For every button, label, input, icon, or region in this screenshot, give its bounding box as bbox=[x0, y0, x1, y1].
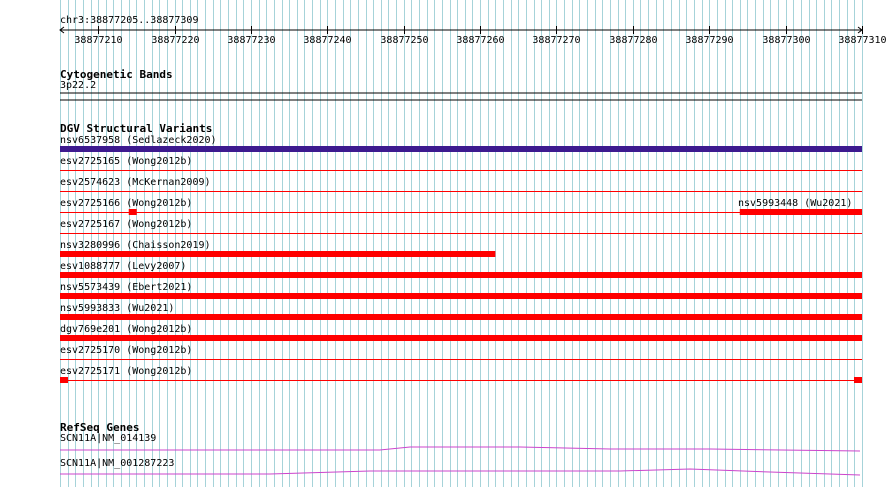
gene-label[interactable]: SCN11A|NM_001287223 bbox=[60, 458, 174, 470]
ruler-tick-label: 38877290 bbox=[685, 35, 734, 46]
ruler-tick-label: 38877280 bbox=[609, 35, 658, 46]
dgv-feature-label[interactable]: esv1088777 (Levy2007) bbox=[60, 261, 186, 273]
dgv-track-title: DGV Structural Variants bbox=[60, 122, 213, 135]
ruler-tick-label: 38877250 bbox=[380, 35, 429, 46]
dgv-feature-label[interactable]: nsv5993833 (Wu2021) bbox=[60, 303, 174, 315]
dgv-feature-label[interactable]: esv2725171 (Wong2012b) bbox=[60, 366, 192, 378]
cytoband-label[interactable]: 3p22.2 bbox=[60, 80, 96, 92]
ruler-tick-label: 38877310 bbox=[838, 35, 887, 46]
ruler-tick-label: 38877240 bbox=[303, 35, 352, 46]
dgv-feature-label[interactable]: esv2725170 (Wong2012b) bbox=[60, 345, 192, 357]
dgv-feature-label[interactable]: nsv3280996 (Chaisson2019) bbox=[60, 240, 211, 252]
ruler-coordinate-label: chr3:38877205..38877309 bbox=[60, 15, 199, 26]
dgv-feature-label[interactable]: nsv5573439 (Ebert2021) bbox=[60, 282, 192, 294]
dgv-feature-label[interactable]: esv2725167 (Wong2012b) bbox=[60, 219, 192, 231]
dgv-feature-label[interactable]: esv2725165 (Wong2012b) bbox=[60, 156, 192, 168]
ruler-tick-label: 38877220 bbox=[151, 35, 200, 46]
ruler bbox=[59, 26, 863, 34]
ruler-tick-label: 38877270 bbox=[532, 35, 581, 46]
ruler-tick-label: 38877260 bbox=[456, 35, 505, 46]
dgv-feature-label[interactable]: dgv769e201 (Wong2012b) bbox=[60, 324, 192, 336]
dgv-feature-label[interactable]: esv2725166 (Wong2012b) bbox=[60, 198, 192, 210]
dgv-feature-label[interactable]: nsv6537958 (Sedlazeck2020) bbox=[60, 135, 217, 147]
dgv-feature-label[interactable]: nsv5993448 (Wu2021) bbox=[738, 198, 852, 210]
dgv-feature-bar[interactable] bbox=[60, 314, 862, 320]
gene-label[interactable]: SCN11A|NM_014139 bbox=[60, 433, 156, 445]
dgv-feature-label[interactable]: esv2574623 (McKernan2009) bbox=[60, 177, 211, 189]
ruler-tick-label: 38877300 bbox=[762, 35, 811, 46]
ruler-tick-label: 38877230 bbox=[227, 35, 276, 46]
dgv-feature-block[interactable] bbox=[854, 377, 862, 383]
ruler-tick-label: 38877210 bbox=[74, 35, 123, 46]
